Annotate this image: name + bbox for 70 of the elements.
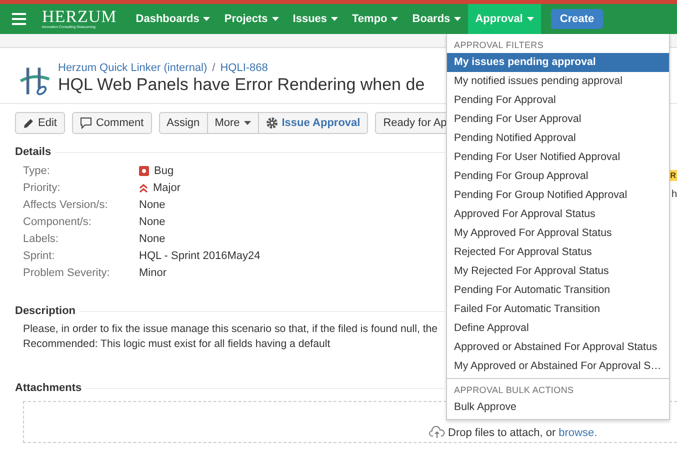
menu-item[interactable]: Pending For Group Notified Approval [447, 186, 669, 205]
field-label: Affects Version/s: [23, 199, 109, 211]
caret-icon [244, 121, 251, 125]
caret-icon [454, 17, 462, 21]
comment-icon [80, 117, 92, 129]
side-panel-text: h [671, 189, 677, 200]
breadcrumb-separator: / [212, 62, 216, 74]
section-heading: Attachments [15, 382, 82, 394]
menu-item[interactable]: My Approved or Abstained For Approval S… [447, 357, 669, 376]
section-heading: Details [15, 146, 52, 158]
nav-menu-item[interactable]: Projects [217, 4, 286, 34]
field-value: Minor [139, 267, 167, 279]
caret-icon [272, 17, 279, 21]
field-label: Problem Severity: [23, 267, 111, 279]
menu-item[interactable]: Pending For Approval [447, 91, 669, 110]
caret-icon [331, 17, 338, 21]
field-value: None [139, 216, 166, 228]
menu-item[interactable]: Define Approval [447, 319, 669, 338]
issue-approval-button[interactable]: Issue Approval [258, 112, 368, 134]
field-value: HQL - Sprint 2016May24 [139, 250, 260, 262]
issue-title: HQL Web Panels have Error Rendering when de [58, 75, 425, 95]
nav-menu-item[interactable]: Boards [405, 4, 468, 34]
caret-icon [203, 17, 210, 21]
menu-item[interactable]: My Rejected For Approval Status [447, 262, 669, 281]
menu-item[interactable]: My Approved For Approval Status [447, 224, 669, 243]
field-value: Bug [154, 165, 174, 177]
menu-item[interactable]: Pending For Automatic Transition [447, 281, 669, 300]
issue-key-link[interactable]: HQLI-868 [220, 62, 268, 74]
nav-menu-item[interactable]: Issues [286, 4, 346, 34]
nav-menu-item[interactable]: Dashboards [128, 4, 218, 34]
menu-item[interactable]: My notified issues pending approval [447, 72, 669, 91]
create-button[interactable]: Create [550, 9, 604, 29]
menu-item[interactable]: Pending For Group Approval [447, 167, 669, 186]
cloud-upload-icon [429, 426, 445, 439]
menu-item[interactable]: Rejected For Approval Status [447, 243, 669, 262]
gear-icon [266, 117, 278, 129]
field-label: Sprint: [23, 250, 56, 262]
drop-files-text: Drop files to attach, or [448, 427, 556, 439]
description-text: Please, in order to fix the issue manage this scenario so that, if the filed is found null, the [23, 323, 438, 335]
toolbar-button[interactable]: Comment [72, 112, 152, 134]
bug-icon [139, 166, 149, 176]
toolbar-button[interactable]: Assign [158, 112, 208, 134]
field-label: Type: [23, 165, 51, 177]
nav-menu-item[interactable]: Tempo [345, 4, 406, 34]
menu-item[interactable]: My issues pending approval [447, 53, 669, 72]
section-heading: Description [15, 305, 76, 317]
menu-item[interactable]: Pending For User Notified Approval [447, 148, 669, 167]
toolbar-button[interactable]: More [208, 112, 259, 134]
menu-item[interactable]: Approved or Abstained For Approval Status [447, 338, 669, 357]
browse-link[interactable]: browse. [558, 427, 598, 439]
menu-icon[interactable] [12, 13, 26, 25]
field-value: None [139, 233, 166, 245]
menu-section-heading: APPROVAL BULK ACTIONS [453, 384, 575, 397]
field-value: Major [153, 182, 181, 194]
field-label: Labels: [23, 233, 60, 245]
menu-item[interactable]: Approved For Approval Status [447, 205, 669, 224]
menu-item[interactable]: Bulk Approve [447, 398, 669, 417]
pencil-icon [23, 118, 34, 128]
field-value: None [139, 199, 166, 211]
toolbar-button[interactable]: Edit [15, 112, 65, 134]
description-text: Recommended: This logic must exist for all fields having a default [23, 338, 330, 350]
caret-icon [526, 17, 534, 21]
field-label: Priority: [23, 182, 62, 194]
project-link[interactable]: Herzum Quick Linker (internal) [58, 62, 208, 74]
logo[interactable]: HERZUM [42, 9, 117, 25]
menu-item[interactable]: Failed For Automatic Transition [447, 300, 669, 319]
field-label: Component/s: [23, 216, 92, 228]
menu-section-heading: APPROVAL FILTERS [453, 39, 545, 52]
priority-arrow-icon [139, 184, 148, 192]
caret-icon [391, 17, 398, 21]
